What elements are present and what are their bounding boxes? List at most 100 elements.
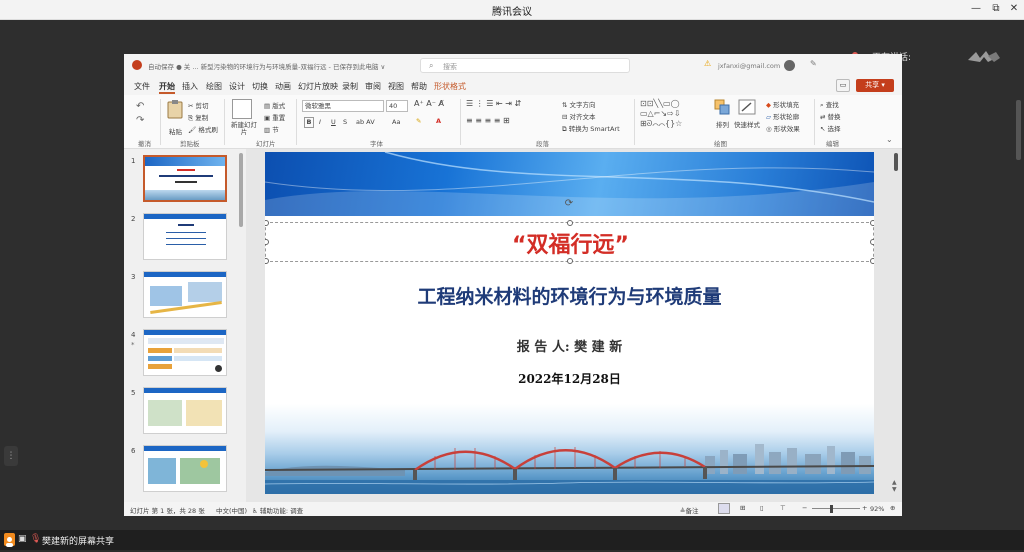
arrange-label[interactable]: 排列	[716, 119, 729, 129]
underline-button[interactable]: U	[331, 118, 336, 126]
slide-thumbnail-5[interactable]	[143, 387, 227, 434]
select-button[interactable]: ↖ 选择	[820, 123, 841, 133]
tab-help[interactable]: 帮助	[411, 81, 427, 92]
accessibility-status[interactable]: ♿ 辅助功能: 调查	[252, 505, 303, 515]
tab-animations[interactable]: 动画	[275, 81, 291, 92]
resize-handle[interactable]	[265, 220, 269, 226]
tab-view[interactable]: 视图	[388, 81, 404, 92]
slide-sorter-icon[interactable]: ⊞	[740, 504, 745, 512]
tab-home[interactable]: 开始	[159, 81, 175, 94]
layout-button[interactable]: ▤ 版式	[264, 100, 285, 110]
resize-handle[interactable]	[870, 220, 874, 226]
bold-button[interactable]: B	[304, 117, 314, 128]
user-avatar-icon	[4, 533, 15, 547]
list-icons[interactable]: ☰ ⋮ ☰ ⇤ ⇥ ⇵	[466, 99, 521, 108]
arrange-icon[interactable]	[714, 99, 730, 115]
ppt-search-box[interactable]: ⌕ 搜索	[420, 58, 630, 73]
new-slide-label[interactable]: 新建幻灯片	[228, 122, 260, 136]
animation-star-icon: *	[131, 341, 135, 349]
tab-insert[interactable]: 插入	[182, 81, 198, 92]
meeting-scrollbar[interactable]	[1016, 100, 1021, 160]
slide-scrollbar[interactable]	[894, 153, 898, 171]
font-color-icon[interactable]: A	[436, 117, 441, 125]
quick-styles-icon[interactable]	[738, 99, 756, 115]
tab-slideshow[interactable]: 幻灯片放映	[298, 81, 338, 92]
minimize-button[interactable]: —	[968, 2, 984, 16]
undo-icon[interactable]: ↶	[136, 101, 144, 112]
clipboard-group-label: 剪贴板	[180, 140, 200, 148]
shape-effects-button[interactable]: ◎ 形状效果	[766, 123, 800, 133]
highlight-icon[interactable]: ✎	[416, 117, 421, 125]
collapse-ribbon-icon[interactable]: ⌄	[886, 135, 893, 144]
zoom-slider[interactable]	[812, 508, 860, 509]
notes-button[interactable]: ≜备注	[680, 505, 698, 515]
cut-button[interactable]: ✂ 剪切	[188, 100, 209, 110]
zoom-slider-thumb[interactable]	[830, 505, 833, 513]
new-slide-icon[interactable]	[232, 99, 252, 119]
grow-font-icon[interactable]: A⁺ A⁻ A̸	[414, 99, 444, 108]
language-status[interactable]: 中文(中国)	[216, 505, 247, 515]
change-case-button[interactable]: Aa	[392, 118, 400, 126]
zoom-in-icon[interactable]: +	[862, 504, 867, 512]
powerpoint-logo-icon	[132, 60, 142, 70]
align-text-button[interactable]: ⊟ 对齐文本	[562, 111, 596, 121]
tab-review[interactable]: 审阅	[365, 81, 381, 92]
drawing-group-label: 绘图	[714, 140, 727, 148]
slide-thumbnail-4[interactable]	[143, 329, 227, 376]
shadow-button[interactable]: S	[343, 118, 347, 126]
slide-thumbnail-1[interactable]	[143, 155, 227, 202]
font-name-select[interactable]: 微软雅黑	[302, 100, 384, 112]
close-button[interactable]: ✕	[1006, 2, 1022, 16]
slideshow-view-icon[interactable]: ⊤	[780, 504, 786, 512]
zoom-out-icon[interactable]: −	[802, 504, 807, 512]
font-name-value: 微软雅黑	[305, 102, 331, 110]
italic-button[interactable]: I	[319, 118, 321, 126]
normal-view-icon[interactable]	[718, 503, 730, 514]
reset-button[interactable]: ▣ 重置	[264, 112, 285, 122]
rotate-handle-icon[interactable]: ⟳	[563, 198, 575, 210]
format-painter-button[interactable]: 🖌 格式刷	[188, 124, 218, 134]
comments-icon[interactable]: ▭	[836, 79, 850, 92]
layout-label: 版式	[272, 102, 286, 110]
section-button[interactable]: ▥ 节	[264, 124, 279, 134]
slide-main-title: 工程纳米材料的环境行为与环境质量	[417, 286, 722, 308]
quick-styles-label[interactable]: 快速样式	[734, 119, 760, 129]
selected-textbox[interactable]: “双福行远”	[265, 220, 874, 264]
find-button[interactable]: ⌕ 查找	[820, 99, 839, 110]
thumbnail-scrollbar[interactable]	[239, 153, 243, 227]
slide-thumbnail-6[interactable]	[143, 445, 227, 492]
slide-thumbnail-3[interactable]	[143, 271, 227, 318]
align-icons[interactable]: ≡ ≡ ≡ ≡ ⊞	[466, 116, 510, 125]
zoom-level[interactable]: 92%	[870, 505, 884, 513]
redo-icon[interactable]: ↷	[136, 115, 144, 126]
shapes-gallery[interactable]: ⊡⊡╲╲▭◯ ▭△⌐↘⇨⇩ ⊞ᘐ⌒⌒{}☆	[640, 99, 708, 133]
text-direction-button[interactable]: ⇅ 文字方向	[562, 99, 596, 109]
shape-outline-button[interactable]: ▱ 形状轮廓	[766, 111, 799, 121]
share-button[interactable]: 共享 ▾	[856, 79, 894, 92]
tab-draw[interactable]: 绘图	[206, 81, 222, 92]
tab-transitions[interactable]: 切换	[252, 81, 268, 92]
copy-button[interactable]: ⎘ 复制	[188, 112, 208, 123]
slide-thumbnail-2[interactable]	[143, 213, 227, 260]
notes-label: 备注	[685, 507, 699, 515]
font-group-label: 字体	[370, 140, 383, 148]
thumbnail-number: 2	[131, 215, 136, 223]
smartart-button[interactable]: ⧉ 转换为 SmartArt	[562, 123, 620, 134]
tab-design[interactable]: 设计	[229, 81, 245, 92]
side-panel-toggle[interactable]: ⋮	[4, 446, 18, 466]
tab-record[interactable]: 录制	[342, 81, 358, 92]
tab-shape-format[interactable]: 形状格式	[434, 81, 466, 92]
fit-to-window-icon[interactable]: ⊕	[890, 504, 895, 512]
font-size-select[interactable]: 40	[386, 100, 408, 112]
restore-button[interactable]: ⧉	[988, 2, 1004, 16]
account-avatar[interactable]	[784, 60, 795, 71]
shape-fill-button[interactable]: ◆ 形状填充	[766, 99, 799, 109]
replace-button[interactable]: ⇄ 替换	[820, 111, 841, 121]
reading-view-icon[interactable]: ▯	[760, 504, 764, 512]
spacing-icon[interactable]: ab AV	[356, 118, 375, 126]
resize-handle[interactable]	[567, 220, 573, 226]
paste-button[interactable]	[166, 99, 186, 125]
slide-nav-arrows[interactable]: ▲ ▼	[892, 479, 897, 493]
tab-file[interactable]: 文件	[134, 81, 150, 92]
pen-icon[interactable]: ✎	[810, 59, 817, 68]
